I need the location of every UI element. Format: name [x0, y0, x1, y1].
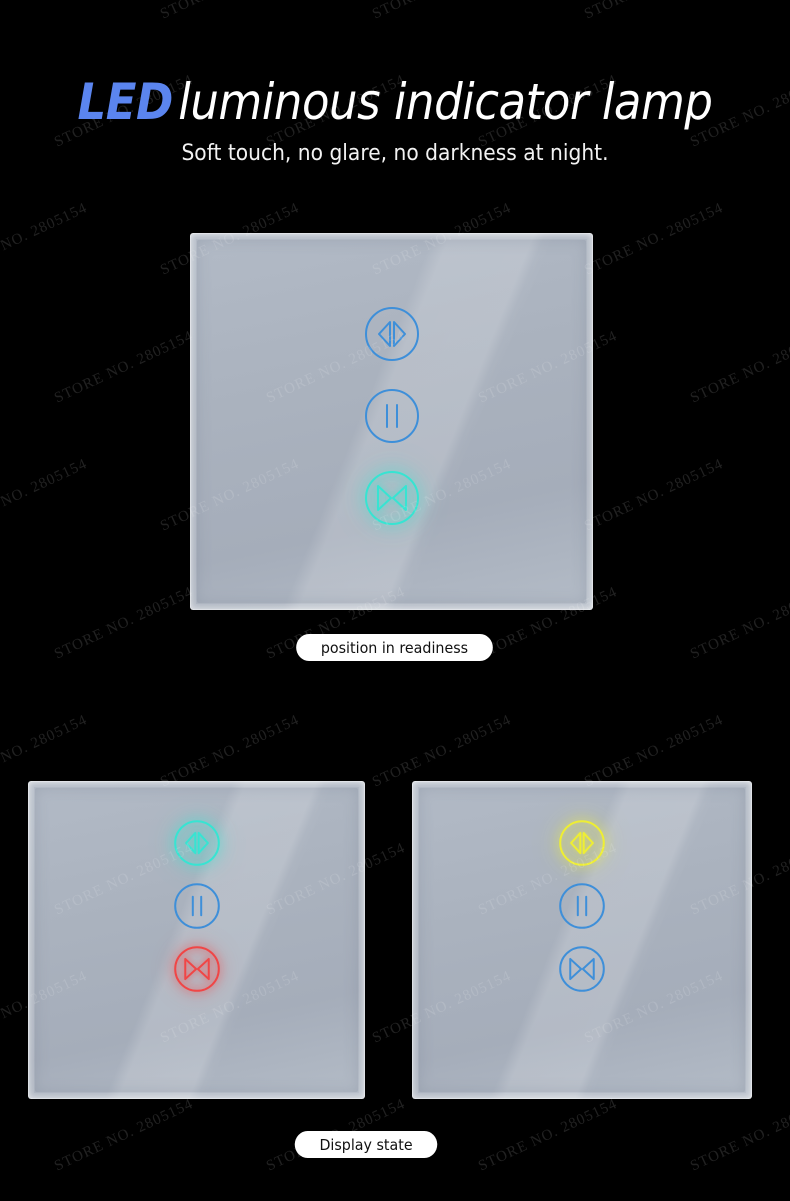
watermark-text: STORE NO. 2805154	[688, 1096, 790, 1175]
watermark-text: STORE NO. 2805154	[0, 712, 90, 790]
watermark-text: STORE NO. 2805154	[0, 0, 90, 23]
watermark-text: STORE NO. 2805154	[582, 0, 726, 23]
watermark-text: STORE NO. 2805154	[688, 584, 790, 663]
watermark-text: STORE NO. 2805154	[476, 1096, 620, 1175]
open-button[interactable]	[556, 817, 608, 869]
page-title: LED luminous indicator lamp	[40, 72, 751, 132]
curtain-open-icon	[361, 303, 423, 365]
watermark-text: STORE NO. 2805154	[52, 1096, 196, 1175]
pause-button[interactable]	[171, 880, 223, 932]
curtain-close-icon	[171, 943, 223, 995]
button-stack	[28, 817, 365, 995]
watermark-text: STORE NO. 2805154	[0, 200, 90, 278]
close-button[interactable]	[361, 467, 423, 529]
watermark-text: STORE NO. 2805154	[158, 712, 302, 791]
title-block: LED luminous indicator lamp Soft touch, n…	[0, 72, 790, 166]
pause-button[interactable]	[556, 880, 608, 932]
page-title-rest: luminous indicator lamp	[178, 73, 713, 131]
curtain-close-icon	[361, 467, 423, 529]
pause-bars-icon	[171, 880, 223, 932]
close-button[interactable]	[556, 943, 608, 995]
watermark-text: STORE NO. 2805154	[582, 712, 726, 791]
watermark-text: STORE NO. 2805154	[582, 456, 726, 535]
watermark-text: STORE NO. 2805154	[0, 456, 90, 534]
open-button[interactable]	[171, 817, 223, 869]
watermark-text: STORE NO. 2805154	[370, 0, 514, 23]
watermark-text: STORE NO. 2805154	[688, 328, 790, 407]
watermark-text: STORE NO. 2805154	[52, 328, 196, 407]
caption-display-state: Display state	[294, 1131, 438, 1158]
button-stack	[190, 303, 593, 529]
page-subtitle: Soft touch, no glare, no darkness at nig…	[181, 141, 609, 166]
close-button[interactable]	[171, 943, 223, 995]
curtain-open-icon	[556, 817, 608, 869]
caption-position-in-readiness: position in readiness	[296, 634, 493, 661]
watermark-text: STORE NO. 2805154	[370, 712, 514, 791]
watermark-text: STORE NO. 2805154	[52, 584, 196, 663]
curtain-close-icon	[556, 943, 608, 995]
switch-panel-right[interactable]	[412, 781, 752, 1099]
button-stack	[412, 817, 752, 995]
watermark-text: STORE NO. 2805154	[158, 0, 302, 23]
pause-button[interactable]	[361, 385, 423, 447]
open-button[interactable]	[361, 303, 423, 365]
pause-bars-icon	[556, 880, 608, 932]
page-title-highlight: LED	[77, 73, 173, 131]
watermark-text: STORE NO. 2805154	[582, 200, 726, 279]
switch-panel-main[interactable]	[190, 233, 593, 610]
product-banner: position in readiness Display state LED l…	[0, 0, 790, 1201]
pause-bars-icon	[361, 385, 423, 447]
curtain-open-icon	[171, 817, 223, 869]
switch-panel-left[interactable]	[28, 781, 365, 1099]
